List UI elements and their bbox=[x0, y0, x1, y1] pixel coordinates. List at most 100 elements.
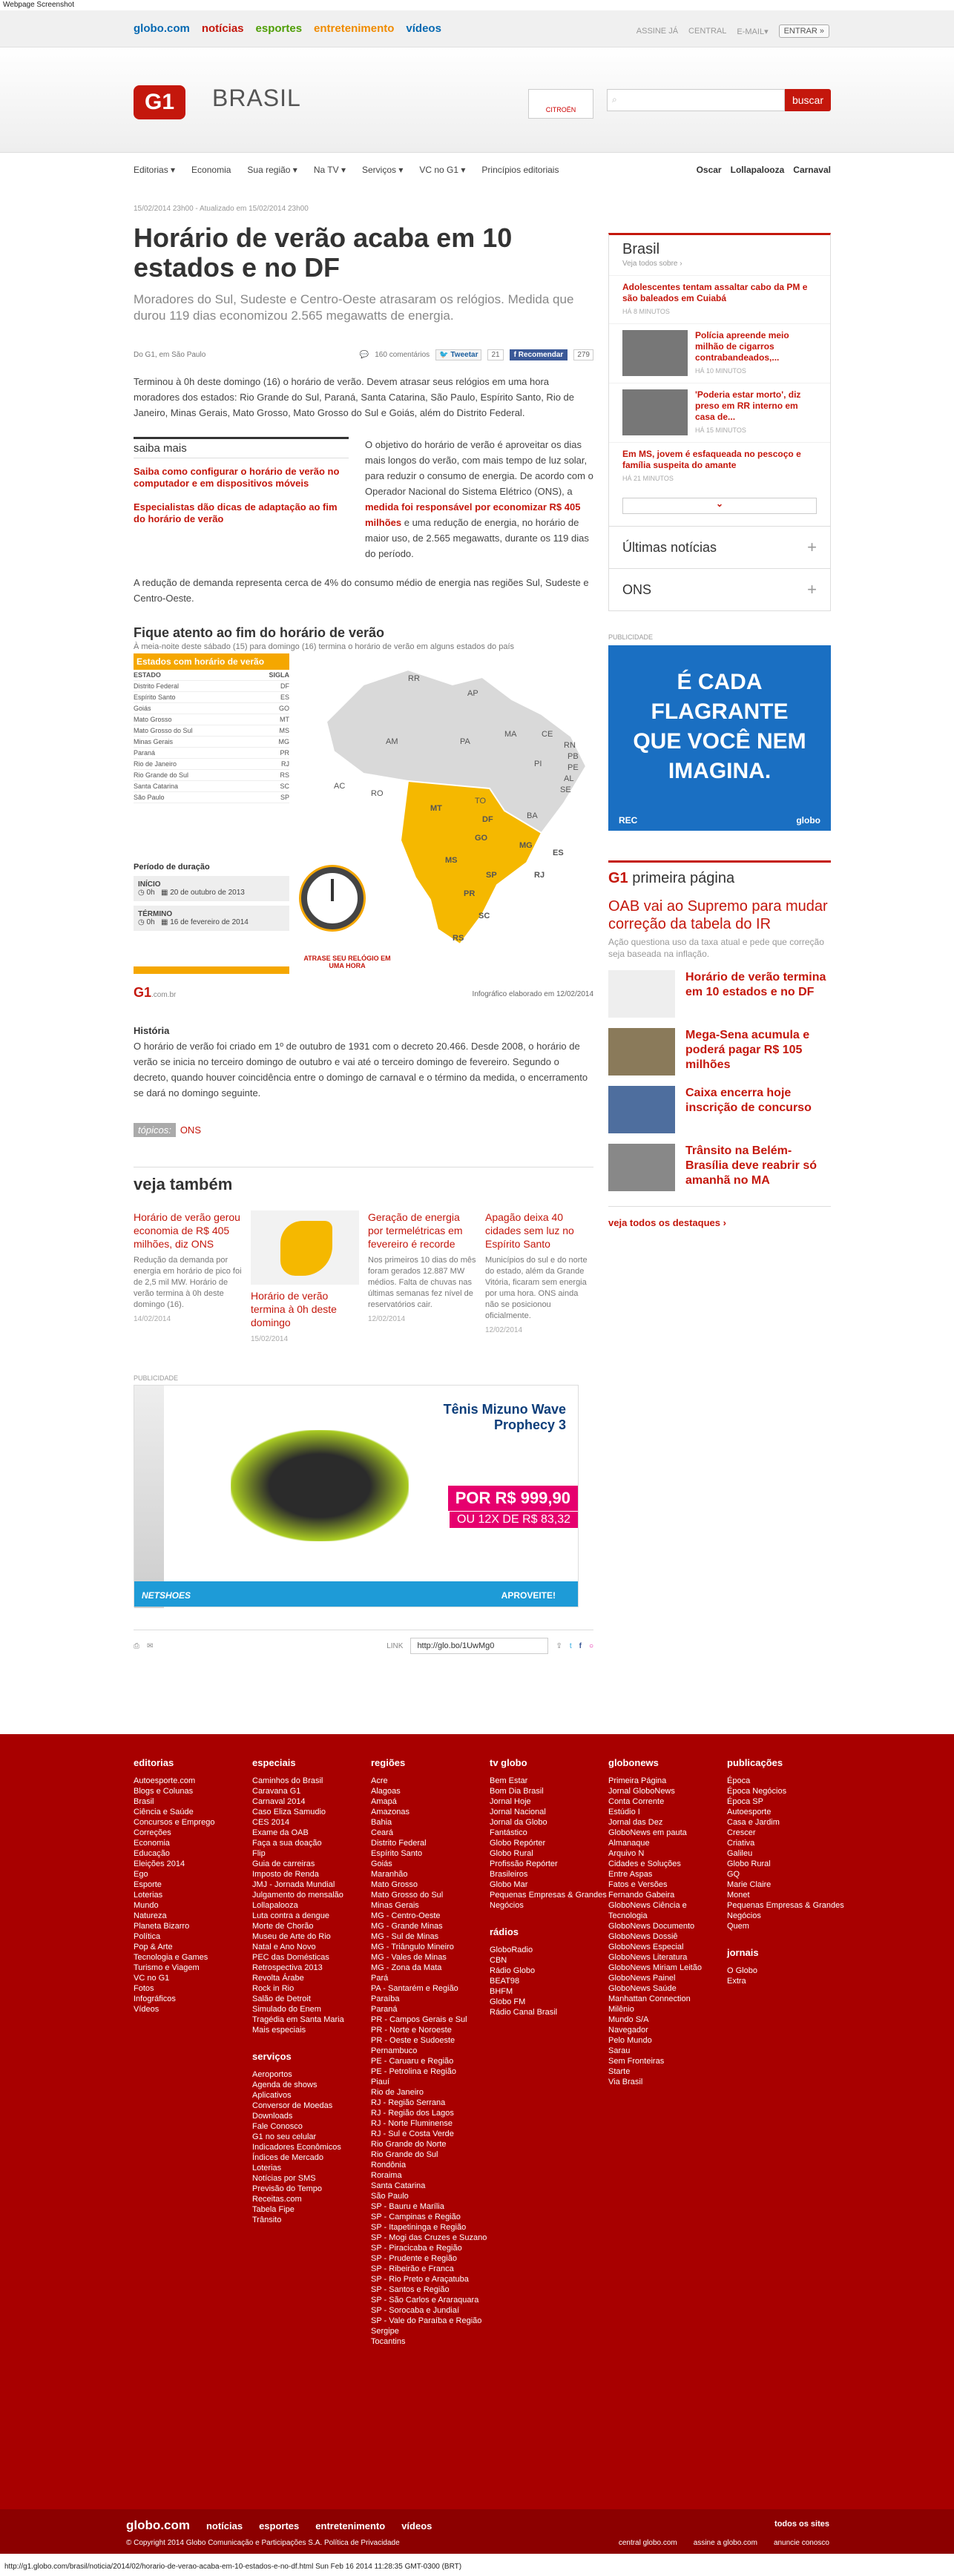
footer-link[interactable]: Aplicativos bbox=[252, 2090, 371, 2101]
footer-link[interactable]: Política bbox=[134, 1931, 252, 1942]
nav-item[interactable]: Sua região ▾ bbox=[247, 165, 297, 175]
footer-link[interactable]: G1 no seu celular bbox=[252, 2132, 371, 2142]
footer-link[interactable]: BHFM bbox=[490, 1986, 608, 1997]
footer-link[interactable]: Bahia bbox=[371, 1817, 490, 1828]
footer-link[interactable]: Piauí bbox=[371, 2077, 490, 2087]
footer-corp-link[interactable]: assine a globo.com bbox=[694, 2539, 757, 2547]
related-title[interactable]: Apagão deixa 40 cidades sem luz no Espír… bbox=[485, 1210, 593, 1251]
comments-icon[interactable]: 💬 bbox=[360, 351, 369, 359]
footer-link[interactable]: PR - Campos Gerais e Sul bbox=[371, 2015, 490, 2025]
footer-link[interactable]: Blogs e Colunas bbox=[134, 1786, 252, 1796]
footer-link[interactable]: Pequenas Empresas & Grandes Negócios bbox=[727, 1900, 846, 1921]
footer-link[interactable]: Crescer bbox=[727, 1828, 846, 1838]
footer-link[interactable]: Faça a sua doação bbox=[252, 1838, 371, 1848]
footer-link[interactable]: Pop & Arte bbox=[134, 1942, 252, 1952]
related-title[interactable]: Horário de verão gerou economia de R$ 40… bbox=[134, 1210, 242, 1251]
footer-link[interactable]: Jornal das Dez bbox=[608, 1817, 727, 1828]
footer-link[interactable]: MG - Zona da Mata bbox=[371, 1963, 490, 1973]
facebook-share-icon[interactable]: f bbox=[579, 1642, 582, 1650]
footer-link[interactable]: Jornal GloboNews bbox=[608, 1786, 727, 1796]
footer-link[interactable]: SP - Santos e Região bbox=[371, 2285, 490, 2295]
search-input[interactable]: ⌕ bbox=[607, 89, 785, 111]
footer-column-title[interactable]: jornais bbox=[727, 1948, 846, 1958]
footer-link[interactable]: O Globo bbox=[727, 1966, 846, 1976]
footer-link[interactable]: Jornal da Globo bbox=[490, 1817, 608, 1828]
more-button[interactable]: ⌄ bbox=[622, 498, 817, 514]
footer-link[interactable]: Milênio bbox=[608, 2004, 727, 2015]
footer-link[interactable]: SP - São Carlos e Araraquara bbox=[371, 2295, 490, 2305]
footer-link[interactable]: Esporte bbox=[134, 1880, 252, 1890]
footer-link[interactable]: GloboNews Saúde bbox=[608, 1983, 727, 1994]
related-card[interactable]: Apagão deixa 40 cidades sem luz no Espír… bbox=[485, 1210, 593, 1345]
footer-link[interactable]: PE - Caruaru e Região bbox=[371, 2056, 490, 2066]
footer-link[interactable]: Sergipe bbox=[371, 2326, 490, 2336]
footer-link[interactable]: GloboRadio bbox=[490, 1945, 608, 1955]
footer-link[interactable]: RJ - Norte Fluminense bbox=[371, 2118, 490, 2129]
nav-highlight[interactable]: Carnaval bbox=[793, 165, 831, 175]
footer-link[interactable]: Flip bbox=[252, 1848, 371, 1859]
footer-link[interactable]: Goiás bbox=[371, 1859, 490, 1869]
footer-link[interactable]: Paraná bbox=[371, 2004, 490, 2015]
footer-link[interactable]: Luta contra a dengue bbox=[252, 1911, 371, 1921]
footer-link[interactable]: RJ - Região dos Lagos bbox=[371, 2108, 490, 2118]
footer-link[interactable]: Extra bbox=[727, 1976, 846, 1986]
footer-link[interactable]: SP - Piracicaba e Região bbox=[371, 2243, 490, 2253]
footer-link[interactable]: Alagoas bbox=[371, 1786, 490, 1796]
footer-link[interactable]: Pequenas Empresas & Grandes Negócios bbox=[490, 1890, 608, 1911]
footer-corp-link[interactable]: anuncie conosco bbox=[774, 2539, 829, 2547]
footer-link[interactable]: MG - Triângulo Mineiro bbox=[371, 1942, 490, 1952]
footer-link[interactable]: Cidades e Soluções bbox=[608, 1859, 727, 1869]
footer-link[interactable]: Época Negócios bbox=[727, 1786, 846, 1796]
footer-link[interactable]: Rádio Canal Brasil bbox=[490, 2007, 608, 2017]
footer-link[interactable]: Estúdio I bbox=[608, 1807, 727, 1817]
footer-link[interactable]: BEAT98 bbox=[490, 1976, 608, 1986]
footer-link[interactable]: Julgamento do mensalão bbox=[252, 1890, 371, 1900]
tag-ons[interactable]: ONS bbox=[180, 1124, 201, 1136]
footer-link[interactable]: Rio Grande do Sul bbox=[371, 2150, 490, 2160]
footer-link[interactable]: Casa e Jardim bbox=[727, 1817, 846, 1828]
footer-link[interactable]: Fotos bbox=[134, 1983, 252, 1994]
email-link[interactable]: E-MAIL▾ bbox=[737, 27, 768, 36]
nav-highlight[interactable]: Oscar bbox=[697, 165, 722, 175]
footer-link[interactable]: Rio de Janeiro bbox=[371, 2087, 490, 2098]
footer-link[interactable]: Pará bbox=[371, 1973, 490, 1983]
footer-link[interactable]: Globo FM bbox=[490, 1997, 608, 2007]
footer-link[interactable]: CES 2014 bbox=[252, 1817, 371, 1828]
footer-link[interactable]: Vídeos bbox=[134, 2004, 252, 2015]
nav-item[interactable]: Economia bbox=[191, 165, 231, 175]
footer-link[interactable]: Mais especiais bbox=[252, 2025, 371, 2035]
nav-item[interactable]: Serviços ▾ bbox=[362, 165, 403, 175]
footer-link[interactable]: SP - Ribeirão e Franca bbox=[371, 2264, 490, 2274]
footer-link[interactable]: Rádio Globo bbox=[490, 1966, 608, 1976]
footer-link[interactable]: Educação bbox=[134, 1848, 252, 1859]
footer-link[interactable]: Autoesporte.com bbox=[134, 1776, 252, 1786]
footer-link[interactable]: Rio Grande do Norte bbox=[371, 2139, 490, 2150]
footer-corp-link[interactable]: central globo.com bbox=[619, 2539, 677, 2547]
footer-link[interactable]: Minas Gerais bbox=[371, 1900, 490, 1911]
footer-link[interactable]: GloboNews Especial bbox=[608, 1942, 727, 1952]
footer-link[interactable]: Navegador bbox=[608, 2025, 727, 2035]
footer-link[interactable]: Criativa bbox=[727, 1838, 846, 1848]
sidebar-news-item[interactable]: Adolescentes tentam assaltar cabo da PM … bbox=[609, 275, 830, 323]
footer-link[interactable]: Concursos e Emprego bbox=[134, 1817, 252, 1828]
footer-link[interactable]: GloboNews Literatura bbox=[608, 1952, 727, 1963]
related-card[interactable]: Geração de energia por termelétricas em … bbox=[368, 1210, 476, 1345]
facebook-recommend-button[interactable]: f Recomendar bbox=[509, 349, 568, 360]
footer-link[interactable]: Pelo Mundo bbox=[608, 2035, 727, 2046]
footer-link[interactable]: MG - Sul de Minas bbox=[371, 1931, 490, 1942]
footer-link[interactable]: Tecnologia e Games bbox=[134, 1952, 252, 1963]
footer-link[interactable]: Roraima bbox=[371, 2170, 490, 2181]
portal-link[interactable]: vídeos bbox=[406, 22, 441, 35]
footer-link[interactable]: Correções bbox=[134, 1828, 252, 1838]
footer-column-title[interactable]: tv globo bbox=[490, 1758, 608, 1768]
related-title[interactable]: Geração de energia por termelétricas em … bbox=[368, 1210, 476, 1251]
related-card[interactable]: Horário de verão termina à 0h deste domi… bbox=[251, 1210, 359, 1345]
footer-column-title[interactable]: regiões bbox=[371, 1758, 490, 1768]
footer-link[interactable]: Pernambuco bbox=[371, 2046, 490, 2056]
footer-link[interactable]: SP - Vale do Paraíba e Região bbox=[371, 2316, 490, 2326]
footer-link[interactable]: Almanaque bbox=[608, 1838, 727, 1848]
portal-link[interactable]: notícias bbox=[202, 22, 244, 35]
footer-link[interactable]: Starte bbox=[608, 2066, 727, 2077]
comments-link[interactable]: 160 comentários bbox=[375, 351, 430, 359]
footer-link[interactable]: Época SP bbox=[727, 1796, 846, 1807]
